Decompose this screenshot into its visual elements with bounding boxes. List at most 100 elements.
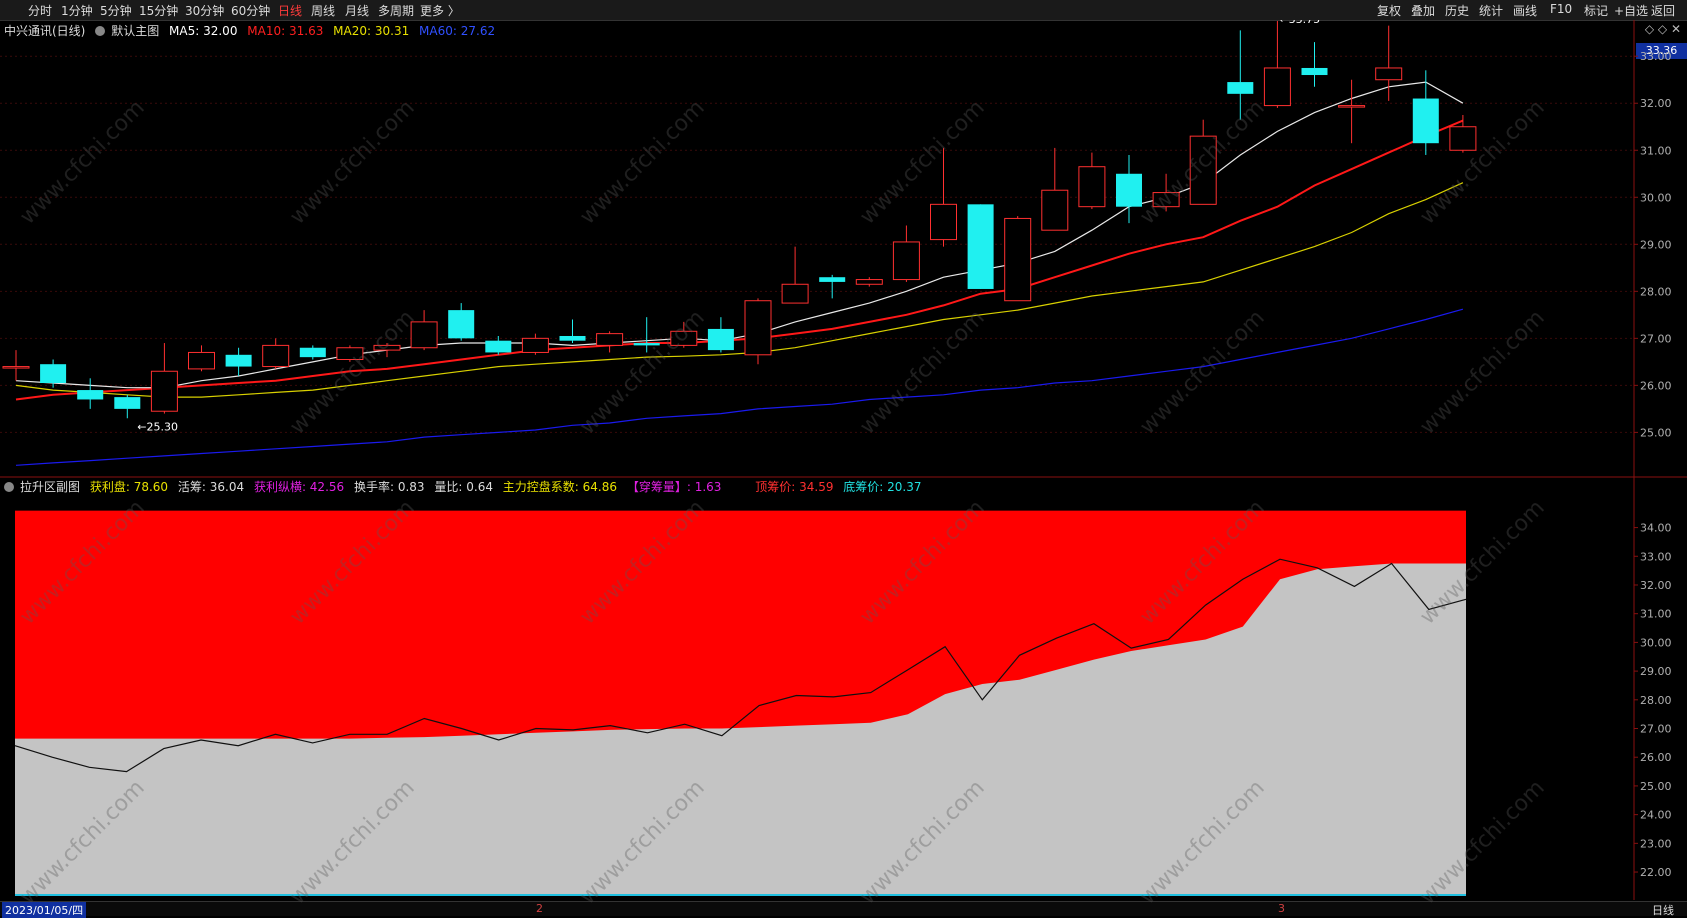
candle-body <box>892 241 920 281</box>
candle-body <box>1116 173 1142 207</box>
sub-y-tick: 23.00 <box>1640 837 1672 850</box>
main-y-tick: 30.00 <box>1640 191 1672 204</box>
candle-body <box>596 333 624 346</box>
sub-y-tick: 26.00 <box>1640 751 1672 764</box>
period-tab-1[interactable]: 1分钟 <box>61 2 93 19</box>
period-tab-8[interactable]: 月线 <box>345 2 369 19</box>
profit-value: 获利盘: 78.60 <box>89 480 169 494</box>
candle-body <box>1412 98 1439 144</box>
sub-y-tick: 34.00 <box>1640 522 1672 535</box>
candle-body <box>448 310 475 339</box>
toolbar-button-0[interactable]: 复权 <box>1377 2 1401 19</box>
candle-body <box>1004 217 1032 302</box>
low-annotation: ←25.30 <box>137 420 178 433</box>
sub-settings-icon[interactable] <box>4 482 14 492</box>
month-mark: 3 <box>1278 902 1285 915</box>
toolbar-button-4[interactable]: 画线 <box>1513 2 1537 19</box>
sub-y-tick: 30.00 <box>1640 636 1672 649</box>
main-y-tick: 32.00 <box>1640 97 1672 110</box>
period-indicator[interactable]: 日线 <box>1652 902 1674 918</box>
main-control-value: 主力控盘系数: 64.86 <box>502 480 618 494</box>
candle-body <box>855 279 883 285</box>
ma5-line <box>15 81 1464 389</box>
sub-chart-legend: 拉升区副图 获利盘: 78.60 活筹: 36.04 获利纵横: 42.56 换… <box>4 478 928 495</box>
period-tab-2[interactable]: 5分钟 <box>100 2 132 19</box>
period-toolbar: 分时 1分钟 5分钟 15分钟 30分钟 60分钟 日线 周线 月线 多周期 更多 〉 复权 叠加 历史统… <box>0 0 1687 21</box>
candle-body <box>930 203 957 241</box>
candle-body <box>707 328 734 351</box>
sub-title[interactable]: 拉升区副图 <box>20 480 80 494</box>
toolbar-button-3[interactable]: 统计 <box>1479 2 1503 19</box>
candle-body <box>1227 82 1254 94</box>
candle-body <box>1338 105 1366 108</box>
candle-body <box>633 343 660 346</box>
candle-body <box>373 344 401 351</box>
toolbar-button-1[interactable]: 叠加 <box>1411 2 1435 19</box>
toolbar-button-8[interactable]: 返回 <box>1651 2 1675 19</box>
period-tab-0[interactable]: 分时 <box>28 2 52 19</box>
candle-body <box>150 370 178 412</box>
main-y-tick: 26.00 <box>1640 379 1672 392</box>
chart-area[interactable]: 33.00 32.00 31.00 30.00 29.00 28.00 27.00 26.00… <box>0 20 1687 900</box>
period-tab-9[interactable]: 多周期 <box>378 2 414 19</box>
period-tab-7[interactable]: 周线 <box>311 2 335 19</box>
candle-body <box>521 337 549 353</box>
candle-body <box>2 366 30 369</box>
candle-body <box>1078 166 1106 208</box>
sub-y-tick: 32.00 <box>1640 579 1672 592</box>
main-y-tick: 31.00 <box>1640 144 1672 157</box>
bottom-price-value: 底筹价: 20.37 <box>843 480 922 494</box>
period-tab-4[interactable]: 30分钟 <box>185 2 224 19</box>
candle-body <box>1189 135 1217 205</box>
candle-body <box>410 321 438 349</box>
sub-y-tick: 24.00 <box>1640 809 1672 822</box>
candle-body <box>485 340 512 353</box>
candle-body <box>336 347 364 361</box>
period-tab-3[interactable]: 15分钟 <box>139 2 178 19</box>
chuanchou-value: 【穿筹量】: 1.63 <box>626 480 722 494</box>
candle-body <box>559 335 586 341</box>
sub-y-tick: 27.00 <box>1640 723 1672 736</box>
period-tab-6[interactable]: 日线 <box>278 2 302 19</box>
candle-body <box>188 351 215 370</box>
top-price-value: 顶筹价: 34.59 <box>755 480 834 494</box>
sub-y-tick: 28.00 <box>1640 694 1672 707</box>
period-tab-10[interactable]: 更多 〉 <box>420 2 460 19</box>
sub-y-tick: 31.00 <box>1640 608 1672 621</box>
toolbar-button-7[interactable]: +自选 <box>1614 2 1648 19</box>
candle-body <box>744 300 772 356</box>
sub-y-tick: 33.00 <box>1640 550 1672 563</box>
main-y-tick: 33.00 <box>1640 50 1672 63</box>
main-y-tick: 27.00 <box>1640 332 1672 345</box>
profit-vertical-value: 获利纵横: 42.56 <box>253 480 345 494</box>
candle-body <box>262 344 290 368</box>
candle-body <box>1041 189 1069 231</box>
high-annotation: ←33.75 <box>1279 20 1320 26</box>
time-axis-bar <box>0 901 1687 916</box>
candle-body <box>114 397 141 409</box>
sub-y-tick: 25.00 <box>1640 780 1672 793</box>
candle-body <box>819 277 846 282</box>
sub-y-tick: 22.00 <box>1640 866 1672 879</box>
main-y-tick: 29.00 <box>1640 238 1672 251</box>
toolbar-button-2[interactable]: 历史 <box>1445 2 1469 19</box>
candle-body <box>1301 67 1328 76</box>
candle-body <box>1263 67 1291 107</box>
candle-body <box>1375 67 1403 81</box>
candle-body <box>781 283 809 304</box>
sub-y-tick: 29.00 <box>1640 665 1672 678</box>
candle-body <box>77 390 104 400</box>
toolbar-button-6[interactable]: 标记 <box>1584 2 1608 19</box>
main-y-tick: 28.00 <box>1640 285 1672 298</box>
candle-body <box>299 347 326 358</box>
period-tab-5[interactable]: 60分钟 <box>231 2 270 19</box>
main-y-tick: 25.00 <box>1640 426 1672 439</box>
volume-ratio-value: 量比: 0.64 <box>434 480 493 494</box>
candle-body <box>40 364 67 384</box>
candle-body <box>967 204 994 289</box>
candle-body <box>1152 192 1180 208</box>
candle-body <box>670 330 698 346</box>
toolbar-button-5[interactable]: F10 <box>1550 2 1572 16</box>
cursor-date: 2023/01/05/四 <box>2 902 87 918</box>
candle-body <box>1449 126 1477 151</box>
